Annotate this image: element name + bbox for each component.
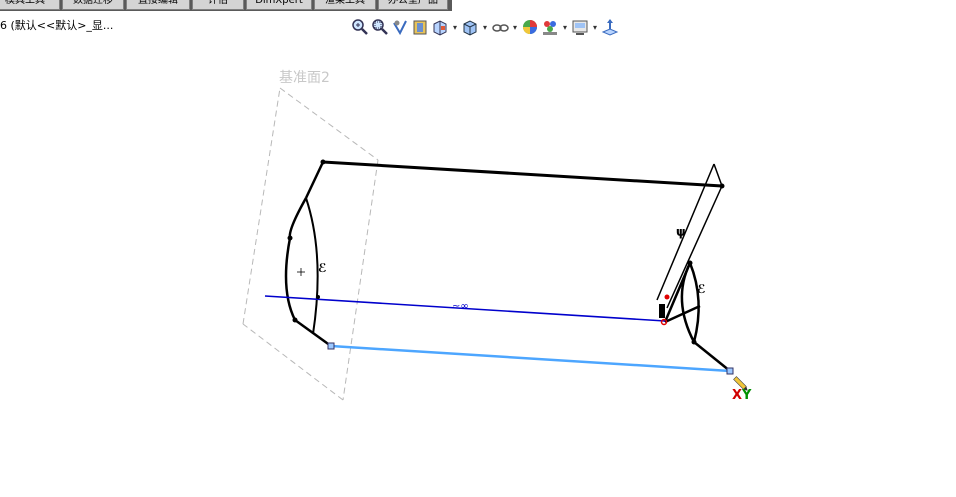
relation-glyphs: ℰ ℰ ψ — [318, 225, 706, 296]
graphics-area[interactable]: ~∞ ℰ ℰ ψ — [0, 0, 956, 497]
sketch-vertices[interactable] — [287, 159, 725, 345]
triad-y-axis: Y — [742, 388, 752, 403]
highlighted-edge[interactable] — [330, 344, 731, 373]
plane-label: 基准面2 — [279, 70, 330, 86]
svg-text:ℰ: ℰ — [318, 261, 327, 275]
reference-plane[interactable] — [242, 87, 379, 401]
coordinate-triad: XY — [732, 388, 751, 403]
sketch-arc-left[interactable] — [305, 197, 319, 335]
svg-text:ℰ: ℰ — [697, 282, 706, 296]
svg-text:ψ: ψ — [676, 225, 686, 239]
sketch-arc-right[interactable] — [663, 262, 731, 372]
endpoint-handle[interactable] — [726, 367, 734, 375]
line-relation-glyph: ~∞ — [452, 301, 469, 312]
triad-x-axis: X — [732, 388, 743, 403]
endpoint-handle[interactable] — [327, 342, 335, 350]
sketch-profile-left[interactable] — [284, 161, 332, 348]
sketch-edge-top[interactable] — [322, 160, 723, 188]
